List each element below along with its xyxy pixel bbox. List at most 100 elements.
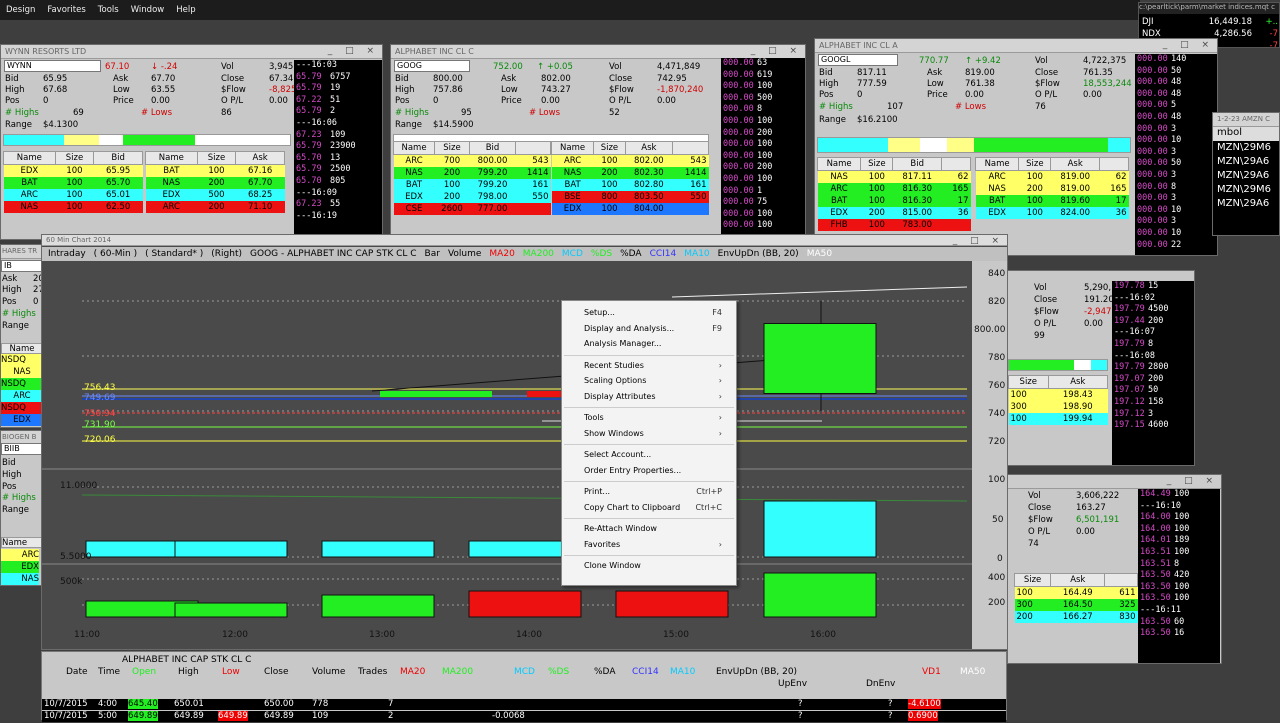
context-menu-item[interactable]: Tools ›: [584, 412, 730, 424]
symbol-input[interactable]: WYNN: [4, 60, 101, 72]
ask-row[interactable]: ARC 200 71.10: [145, 201, 285, 213]
menu-help[interactable]: Help: [170, 5, 201, 15]
ask-row[interactable]: BAT 100 802.80 161: [551, 179, 709, 191]
context-menu-item[interactable]: Re-Attach Window: [584, 523, 730, 535]
menu-tools[interactable]: Tools: [92, 5, 125, 15]
grid-column-header[interactable]: %DA: [594, 667, 615, 677]
context-menu-item[interactable]: Setup... F4: [584, 307, 730, 319]
grid-column-header[interactable]: MA20: [400, 667, 425, 677]
window-title[interactable]: WYNN RESORTS LTD _ □ ×: [1, 45, 382, 59]
grid-column-header[interactable]: Date: [66, 667, 88, 677]
menu-favorites[interactable]: Favorites: [41, 5, 91, 15]
grid-column-header[interactable]: Trades: [358, 667, 387, 677]
grid-column-header[interactable]: MCD: [514, 667, 535, 677]
ask-row[interactable]: NAS 200 802.30 1414: [551, 167, 709, 179]
option-symbol[interactable]: MZN\29M6: [1217, 141, 1279, 155]
ask-row[interactable]: 200 166.27 830: [1014, 611, 1138, 623]
grid-column-header[interactable]: MA10: [670, 667, 695, 677]
bid-row[interactable]: EDX 200 798.00 550: [393, 191, 551, 203]
book-row[interactable]: NSDQ: [1, 354, 41, 366]
bid-row[interactable]: CSE 2600 777.00: [393, 203, 551, 215]
ask-row[interactable]: NAS 200 67.70: [145, 177, 285, 189]
bid-row[interactable]: BAT 100 65.70: [3, 177, 143, 189]
menu-window[interactable]: Window: [125, 5, 171, 15]
symbol-input[interactable]: GOOG: [394, 60, 470, 72]
grid-column-header[interactable]: Time: [98, 667, 120, 677]
bid-row[interactable]: EDX 200 815.00 36: [817, 207, 971, 219]
option-symbol[interactable]: MZN\29A6: [1217, 197, 1279, 211]
bid-row[interactable]: FHB 100 783.00: [817, 219, 971, 231]
grid-column-header[interactable]: MA200: [442, 667, 473, 677]
ask-row[interactable]: 100 164.49 611: [1014, 586, 1138, 599]
grid-row[interactable]: 10/7/2015 4:00 645.40 650.01 650.00 778 7?? -4.…: [42, 699, 1006, 710]
ask-row[interactable]: BSE 800 803.50 550: [551, 191, 709, 203]
grid-column-header[interactable]: EnvUpDn (BB, 20): [716, 667, 797, 677]
bid-row[interactable]: NAS 100 62.50: [3, 201, 143, 213]
menu-design[interactable]: Design: [0, 5, 41, 15]
grid-column-header[interactable]: %DS: [548, 667, 569, 677]
window-title[interactable]: ALPHABET INC CL C _ □ ×: [391, 45, 805, 59]
context-menu-item[interactable]: Show Windows ›: [584, 428, 730, 440]
book-row[interactable]: NAS: [1, 366, 41, 378]
bid-row[interactable]: ARC 700 800.00 543: [393, 154, 551, 167]
context-menu-item[interactable]: Copy Chart to Clipboard Ctrl+C: [584, 502, 730, 514]
option-symbol[interactable]: MZN\29A6: [1217, 169, 1279, 183]
bid-row[interactable]: BAT 100 816.30 17: [817, 195, 971, 207]
grid-column-header[interactable]: Volume: [312, 667, 345, 677]
bid-row[interactable]: BAT 100 799.20 161: [393, 179, 551, 191]
ask-row[interactable]: BAT 100 819.60 17: [975, 195, 1129, 207]
window-title[interactable]: 1-2-23 AMZN C: [1213, 113, 1279, 127]
grid-column-header[interactable]: VD1: [922, 667, 941, 677]
time-and-sales[interactable]: 000.00 140 000.00 50 000.00 48 000.00 48 000.00 5…: [1135, 54, 1217, 255]
bid-row[interactable]: NAS 100 817.11 62: [817, 170, 971, 183]
time-and-sales[interactable]: 000.00 63 000.00 619 000.00 100 000.00 500 000.0…: [721, 58, 805, 239]
context-menu-item[interactable]: Display and Analysis... F9: [584, 323, 730, 335]
book-row[interactable]: NSDQ: [1, 402, 41, 414]
ask-row[interactable]: 100 199.94: [1008, 413, 1108, 425]
bid-row[interactable]: ARC 100 65.01: [3, 189, 143, 201]
grid-column-header[interactable]: CCI14: [632, 667, 659, 677]
grid-column-header[interactable]: MA50: [960, 667, 985, 677]
time-and-sales[interactable]: 164.49 100 --- 16:10 164.00 100 164.00 100 164.0…: [1138, 489, 1220, 663]
grid-column-header[interactable]: Low: [222, 667, 240, 677]
option-symbol[interactable]: MZN\29A6: [1217, 155, 1279, 169]
context-menu-item[interactable]: Clone Window: [584, 560, 730, 572]
context-menu-item[interactable]: Display Attributes ›: [584, 391, 730, 403]
context-menu-item[interactable]: Print... Ctrl+P: [584, 486, 730, 498]
context-menu-item[interactable]: Order Entry Properties...: [584, 465, 730, 477]
ask-row[interactable]: NAS 200 819.00 165: [975, 183, 1129, 195]
ask-row[interactable]: 300 198.90: [1008, 401, 1108, 413]
ask-row[interactable]: EDX 100 824.00 36: [975, 207, 1129, 219]
book-row[interactable]: EDX: [1, 414, 41, 426]
grid-column-header[interactable]: High: [178, 667, 199, 677]
window-title[interactable]: ALPHABET INC CL A _ □ ×: [815, 39, 1217, 53]
symbol-input[interactable]: GOOGL: [818, 54, 898, 66]
book-row[interactable]: ARC: [1, 390, 41, 402]
context-menu-item[interactable]: Favorites ›: [584, 539, 730, 551]
bid-row[interactable]: NAS 200 799.20 1414: [393, 167, 551, 179]
book-row[interactable]: EDX: [1, 561, 39, 573]
grid-column-header[interactable]: Close: [264, 667, 289, 677]
option-symbol[interactable]: MZN\29M6: [1217, 183, 1279, 197]
ask-row[interactable]: EDX 100 804.00: [551, 203, 709, 215]
book-row[interactable]: NAS: [1, 573, 39, 585]
context-menu-item[interactable]: Analysis Manager...: [584, 338, 730, 350]
ask-row[interactable]: EDX 500 68.25: [145, 189, 285, 201]
index-row[interactable]: DJI 16,449.18 +..: [1142, 16, 1279, 28]
ask-row[interactable]: BAT 100 67.16: [145, 164, 285, 177]
window-title[interactable]: 60 Min Chart 2014 _ □ ×: [42, 235, 1007, 246]
time-and-sales[interactable]: --- 16:03 65.79 6757 65.79 19 67.22 51 65.79 2 ---…: [294, 60, 382, 239]
price-chart[interactable]: 840 820 800.00 780 760 740 720 100 50 0 …: [42, 261, 1007, 650]
ask-row[interactable]: 300 164.50 325: [1014, 599, 1138, 611]
bid-row[interactable]: EDX 100 65.95: [3, 164, 143, 177]
book-row[interactable]: ARC: [1, 549, 39, 561]
grid-row[interactable]: 10/7/2015 5:00 649.89 649.89 649.89 649.89 109…: [42, 711, 1006, 722]
bid-row[interactable]: ARC 100 816.30 165: [817, 183, 971, 195]
ask-row[interactable]: 100 198.43: [1008, 388, 1108, 401]
context-menu-item[interactable]: Scaling Options ›: [584, 375, 730, 387]
context-menu-item[interactable]: Recent Studies ›: [584, 360, 730, 372]
context-menu-item[interactable]: Select Account...: [584, 449, 730, 461]
grid-column-header[interactable]: Open: [132, 667, 156, 677]
ask-row[interactable]: ARC 100 802.00 543: [551, 154, 709, 167]
ask-row[interactable]: ARC 100 819.00 62: [975, 170, 1129, 183]
